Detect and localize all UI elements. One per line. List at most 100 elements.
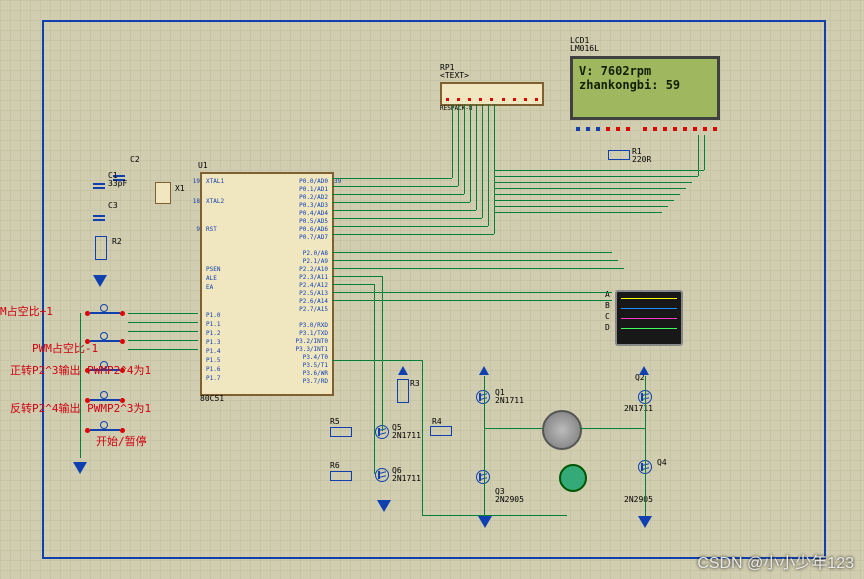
wire-lcd-d6 [494, 176, 698, 177]
pin-p12: P1.2 [206, 330, 220, 337]
wire-bus7 [332, 234, 494, 235]
pin-p01: P0.1/AD1 [299, 186, 328, 193]
pin-p26: P2.6/A14 [299, 298, 328, 305]
pin-p37: P3.7/RD [303, 378, 328, 385]
pin-p23: P2.3/A11 [299, 274, 328, 281]
pin-p17: P1.7 [206, 375, 220, 382]
scope-trace-c [621, 318, 677, 326]
btn1-label: M占空比+1 [0, 306, 53, 317]
wire-scope-b [332, 300, 612, 301]
pin-p13: P1.3 [206, 339, 220, 346]
wire-t1-h2 [422, 515, 567, 516]
pin-p27: P2.7/A15 [299, 306, 328, 313]
q3-part: 2N2905 [495, 496, 524, 504]
r-rst[interactable] [95, 236, 107, 260]
pin-p02: P0.2/AD2 [299, 194, 328, 201]
wire-lcd-d3 [494, 194, 680, 195]
pin-p30: P3.0/RXD [299, 322, 328, 329]
pin-p05: P0.5/AD5 [299, 218, 328, 225]
motor[interactable] [542, 410, 582, 450]
wire-busv7 [494, 104, 495, 234]
pin-9: 9 [168, 226, 200, 233]
pin-psen: PSEN [206, 266, 220, 273]
gnd-buttons [73, 462, 87, 474]
wire-busv2 [464, 104, 465, 194]
wire-lcd-d2 [494, 200, 674, 201]
wire-p20 [332, 252, 612, 253]
mcu-80c51[interactable]: XTAL1 19 XTAL2 18 RST 9 PSEN ALE EA P1.0… [200, 172, 334, 396]
pin-p24: P2.4/A12 [299, 282, 328, 289]
c1-cap-icon[interactable] [93, 183, 105, 185]
encoder[interactable] [559, 464, 587, 492]
wire-busv4 [476, 104, 477, 210]
pin-p20: P2.0/A8 [303, 250, 328, 257]
wire-lcd-d6v [698, 135, 699, 176]
wire-lcd-d5 [494, 182, 692, 183]
q2-ref: Q2 [635, 374, 645, 382]
r3[interactable] [397, 379, 409, 403]
wire-bus1 [332, 186, 458, 187]
watermark: CSDN @小小少年123 [697, 549, 854, 573]
wire-bus4 [332, 210, 476, 211]
pin-p32: P3.2/INT0 [295, 338, 328, 345]
wire-busv5 [482, 104, 483, 218]
power-r3 [398, 366, 408, 375]
btn2-label: PWM占空比-1 [32, 343, 98, 354]
q6[interactable] [375, 468, 389, 482]
rp-text: <TEXT> [440, 72, 469, 80]
lcd-display: V: 7602rpm zhankongbi: 59 [570, 56, 720, 120]
crystal[interactable] [155, 182, 171, 204]
r1[interactable] [608, 150, 630, 160]
wire-lcd-d4 [494, 188, 686, 189]
wire-mot-l [484, 428, 542, 429]
respack[interactable] [440, 82, 544, 106]
wire-btn3 [128, 331, 198, 332]
r4[interactable] [430, 426, 452, 436]
wire-btn4 [128, 340, 198, 341]
wire-p24h [332, 284, 374, 285]
q1-part: 2N1711 [495, 397, 524, 405]
c1-val: 33pF [108, 180, 127, 188]
wire-busv0 [452, 104, 453, 178]
c3-cap-icon[interactable] [93, 215, 105, 217]
wire-t1-h [332, 360, 422, 361]
pin-ale: ALE [206, 275, 217, 282]
lcd-part: LM016L [570, 45, 599, 53]
q4-ref: Q4 [657, 459, 667, 467]
r5[interactable] [330, 427, 352, 437]
wire-scope-a [332, 292, 612, 293]
pin-p22: P2.2/A10 [299, 266, 328, 273]
wire-btn5 [128, 349, 198, 350]
button-duty-plus[interactable] [85, 308, 125, 318]
q1[interactable] [476, 390, 490, 404]
q2-part: 2N1711 [624, 405, 653, 413]
button-start-stop[interactable] [85, 425, 125, 435]
rp-part: RESPACK-8 [440, 106, 473, 112]
pin-p14: P1.4 [206, 348, 220, 355]
r6[interactable] [330, 471, 352, 481]
wire-t1-v [422, 360, 423, 515]
pin-p03: P0.3/AD3 [299, 202, 328, 209]
pin-p34: P3.4/T0 [303, 354, 328, 361]
scope-ch-d: D [605, 324, 610, 332]
wire-busv1 [458, 104, 459, 186]
pin-xtal1: XTAL1 [206, 178, 224, 185]
pin-p11: P1.1 [206, 321, 220, 328]
r-rst-ref: R2 [112, 238, 122, 246]
wire-busv6 [488, 104, 489, 226]
wire-p22 [332, 268, 624, 269]
wire-br-r [645, 376, 646, 516]
pin-xtal2: XTAL2 [206, 198, 224, 205]
scope-trace-a [621, 298, 677, 306]
lcd-pin-row [573, 127, 720, 131]
oscilloscope[interactable] [615, 290, 683, 346]
wire-bus6 [332, 226, 488, 227]
wire-busv3 [470, 104, 471, 202]
wire-p23h [332, 276, 382, 277]
x1-ref: X1 [175, 185, 185, 193]
lcd-line2: zhankongbi: 59 [579, 78, 711, 92]
q3[interactable] [476, 470, 490, 484]
r1-val: 220R [632, 156, 651, 164]
pin-p16: P1.6 [206, 366, 220, 373]
r5-ref: R5 [330, 418, 340, 426]
